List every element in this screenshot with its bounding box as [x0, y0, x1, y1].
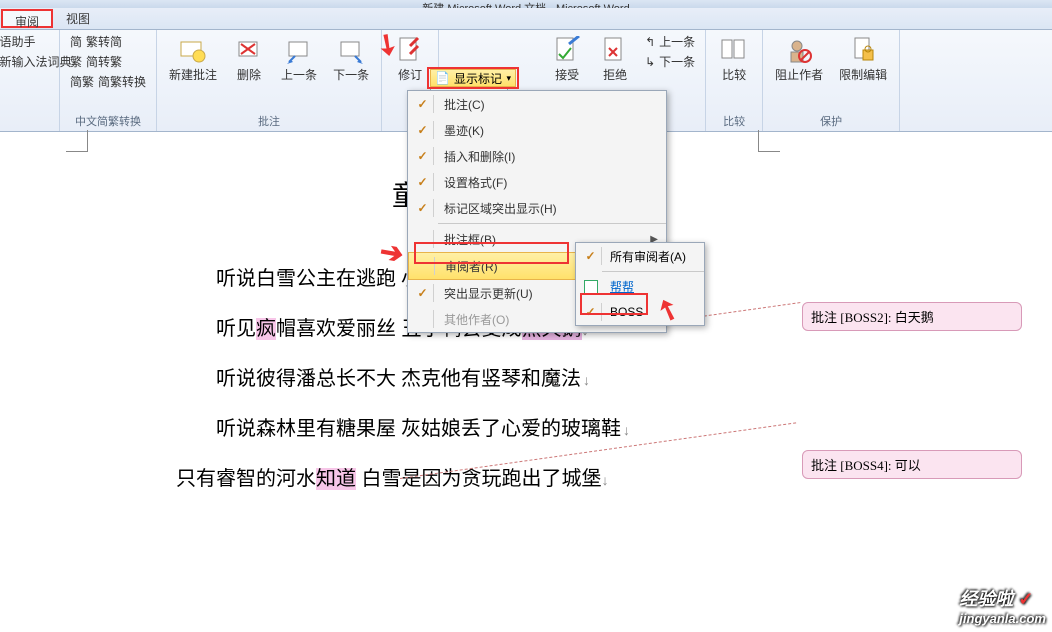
- paragraph-3[interactable]: 听说彼得潘总长不大 杰克他有竖琴和魔法: [216, 362, 590, 391]
- blank-icon: [412, 230, 434, 248]
- delete-icon: [233, 34, 265, 66]
- btn-simp-trad-conv[interactable]: 简繁简繁转换: [66, 72, 150, 91]
- check-icon: [580, 247, 602, 265]
- blank-icon: [413, 257, 435, 275]
- doc-icon: 📄: [435, 71, 450, 85]
- group-compare-label: 比较: [723, 111, 745, 131]
- tab-view[interactable]: 视图: [54, 8, 103, 29]
- comment-balloon-1[interactable]: 批注 [BOSS2]: 白天鹅: [802, 302, 1022, 331]
- page-corner-tl: [66, 130, 88, 152]
- accept-icon: [551, 34, 583, 66]
- highlight-text: 知道: [316, 468, 356, 490]
- ribbon-tabs: 审阅 视图: [0, 8, 1052, 30]
- reject-icon: [599, 34, 631, 66]
- dd-comments[interactable]: 批注(C): [408, 91, 666, 117]
- restrict-edit-icon: [847, 34, 879, 66]
- btn-next-comment[interactable]: 下一条: [327, 32, 375, 85]
- prev-change-icon: ↰: [645, 35, 655, 49]
- dd-ink[interactable]: 墨迹(K): [408, 117, 666, 143]
- check-mark-icon: ✓: [1018, 589, 1033, 609]
- btn-restrict-edit[interactable]: 限制编辑: [833, 32, 893, 85]
- btn-show-markup[interactable]: 📄显示标记▾: [430, 69, 516, 87]
- group-comments-label: 批注: [258, 111, 280, 131]
- simp-trad-icon: 繁: [70, 53, 82, 70]
- watermark: 经验啦 ✓ jingyanla.com: [959, 585, 1046, 626]
- check-icon: [412, 121, 434, 139]
- btn-reject[interactable]: 拒绝: [593, 32, 637, 85]
- check-icon: [412, 173, 434, 191]
- btn-lang-helper[interactable]: 英语助手: [0, 32, 40, 51]
- btn-trad-simp[interactable]: 简繁转简: [66, 32, 150, 51]
- reviewers-submenu: 所有审阅者(A) 帮帮 BOSS: [575, 242, 705, 326]
- compare-icon: [718, 34, 750, 66]
- comment-balloon-2[interactable]: 批注 [BOSS4]: 可以: [802, 450, 1022, 479]
- prev-icon: [283, 34, 315, 66]
- group-chinese-label: 中文简繁转换: [75, 111, 141, 131]
- dd-formatting[interactable]: 设置格式(F): [408, 169, 666, 195]
- check-icon: [412, 147, 434, 165]
- next-icon: [335, 34, 367, 66]
- sm-bangbang[interactable]: 帮帮: [576, 274, 704, 299]
- paragraph-5[interactable]: 只有睿智的河水知道 白雪是因为贪玩跑出了城堡↓: [176, 462, 609, 491]
- highlight-text: 疯: [256, 318, 276, 340]
- blank-icon: [412, 310, 434, 328]
- sm-all-reviewers[interactable]: 所有审阅者(A): [576, 243, 704, 269]
- trad-simp-icon: 简: [70, 33, 82, 50]
- check-icon: [412, 95, 434, 113]
- btn-block-author[interactable]: 阻止作者: [769, 32, 829, 85]
- check-icon: [412, 284, 434, 302]
- check-icon: [580, 303, 602, 321]
- dd-insert-delete[interactable]: 插入和删除(I): [408, 143, 666, 169]
- new-comment-icon: [177, 34, 209, 66]
- color-swatch-icon: [584, 280, 598, 294]
- btn-simp-trad[interactable]: 繁简转繁: [66, 52, 150, 71]
- btn-next-change[interactable]: ↳下一条: [641, 52, 699, 71]
- btn-accept[interactable]: 接受: [545, 32, 589, 85]
- separator: [602, 271, 704, 272]
- conv-icon: 简繁: [70, 73, 94, 90]
- paragraph-4[interactable]: 听说森林里有糖果屋 灰姑娘丢了心爱的玻璃鞋: [216, 412, 630, 441]
- group-protect-label: 保护: [820, 111, 842, 131]
- page-corner-tr: [758, 130, 780, 152]
- dd-markup-area[interactable]: 标记区域突出显示(H): [408, 195, 666, 221]
- btn-prev-change[interactable]: ↰上一条: [641, 32, 699, 51]
- sm-boss[interactable]: BOSS: [576, 299, 704, 325]
- btn-prev-comment[interactable]: 上一条: [275, 32, 323, 85]
- block-author-icon: [783, 34, 815, 66]
- btn-new-comment[interactable]: 新建批注: [163, 32, 223, 85]
- btn-compare[interactable]: 比较: [712, 32, 756, 85]
- next-change-icon: ↳: [645, 55, 655, 69]
- title-bar: 新建 Microsoft Word 文档 - Microsoft Word: [0, 0, 1052, 8]
- separator: [438, 223, 666, 224]
- tab-review[interactable]: 审阅: [1, 9, 53, 28]
- check-icon: [412, 199, 434, 217]
- btn-delete-comment[interactable]: 删除: [227, 32, 271, 85]
